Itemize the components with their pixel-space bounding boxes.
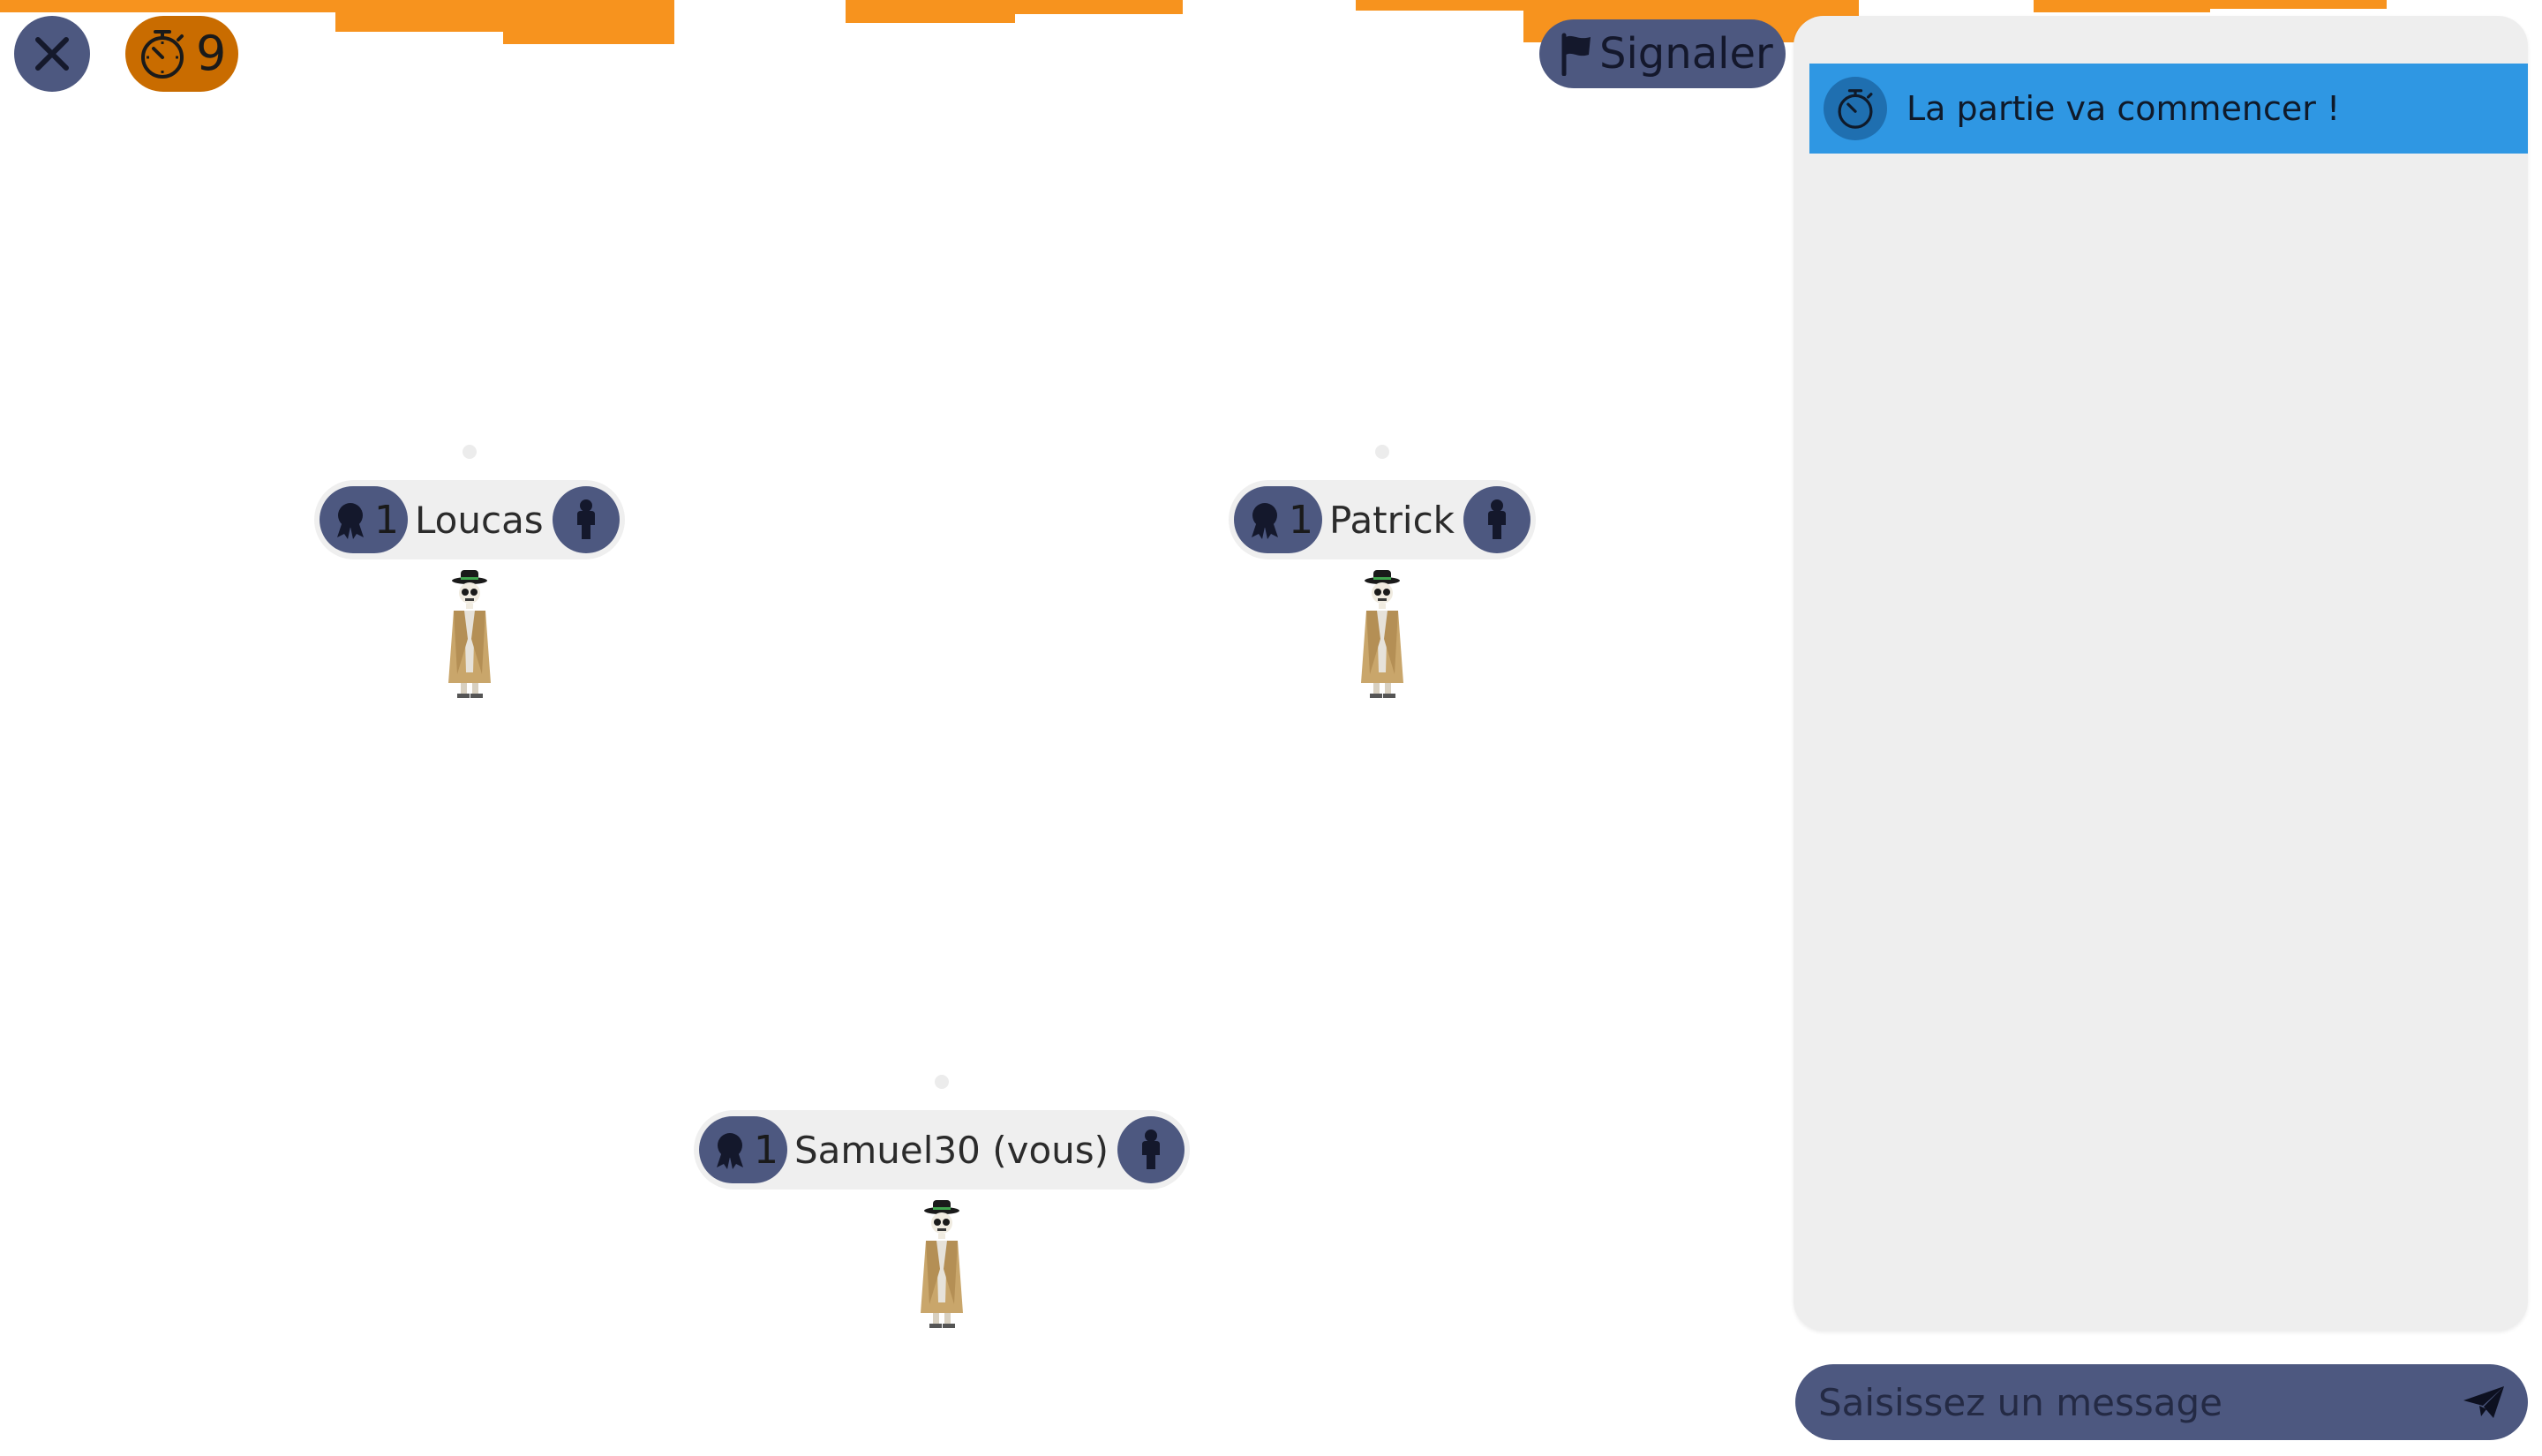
player-name: Loucas	[415, 498, 544, 542]
player-card: 1 Patrick	[1229, 445, 1536, 701]
rank-value: 1	[1289, 497, 1313, 543]
player-card: 1 Samuel30 (vous)	[694, 1075, 1191, 1331]
report-button[interactable]: Signaler	[1539, 19, 1786, 88]
chat-panel: La partie va commencer !	[1794, 16, 2528, 1331]
close-icon	[35, 37, 69, 71]
chat-message: La partie va commencer !	[1809, 64, 2528, 154]
person-icon	[576, 499, 595, 539]
chat-message-text: La partie va commencer !	[1906, 89, 2341, 128]
player-bar: 1 Loucas	[314, 480, 625, 559]
player-marker	[1375, 445, 1389, 459]
player-avatar	[1361, 570, 1403, 698]
report-label: Signaler	[1599, 29, 1773, 79]
person-icon	[1142, 1130, 1161, 1169]
award-icon	[717, 1133, 743, 1169]
award-icon	[337, 503, 364, 539]
role-button[interactable]	[1117, 1116, 1185, 1183]
rank-value: 1	[754, 1127, 778, 1173]
game-screen: 9 Signaler 1 Loucas 1 Patrick 1 Samuel30…	[0, 0, 2542, 1456]
stopwatch-icon	[141, 30, 184, 79]
message-icon-badge	[1824, 77, 1887, 140]
rank-badge: 1	[320, 486, 408, 553]
player-marker	[462, 445, 477, 459]
player-avatar	[921, 1200, 964, 1328]
player-avatar	[447, 570, 491, 698]
role-button[interactable]	[1463, 486, 1530, 553]
player-bar: 1 Patrick	[1229, 480, 1536, 559]
player-name: Patrick	[1329, 498, 1455, 542]
countdown-timer: 9	[125, 16, 238, 92]
player-card: 1 Loucas	[314, 445, 625, 701]
rank-badge: 1	[699, 1116, 787, 1183]
rank-badge: 1	[1234, 486, 1322, 553]
person-icon	[1488, 499, 1506, 539]
role-button[interactable]	[552, 486, 620, 553]
chat-input-bar	[1795, 1364, 2528, 1440]
close-button[interactable]	[14, 16, 90, 92]
player-name: Samuel30 (vous)	[794, 1128, 1109, 1172]
send-button[interactable]	[2457, 1376, 2510, 1429]
player-bar: 1 Samuel30 (vous)	[694, 1110, 1191, 1190]
message-input[interactable]	[1816, 1379, 2457, 1425]
stopwatch-icon	[1838, 89, 1873, 129]
player-marker	[935, 1075, 950, 1089]
award-icon	[1252, 503, 1278, 539]
timer-value: 9	[196, 26, 227, 81]
rank-value: 1	[374, 497, 399, 543]
send-icon	[2463, 1386, 2504, 1418]
flag-icon	[1561, 33, 1591, 76]
